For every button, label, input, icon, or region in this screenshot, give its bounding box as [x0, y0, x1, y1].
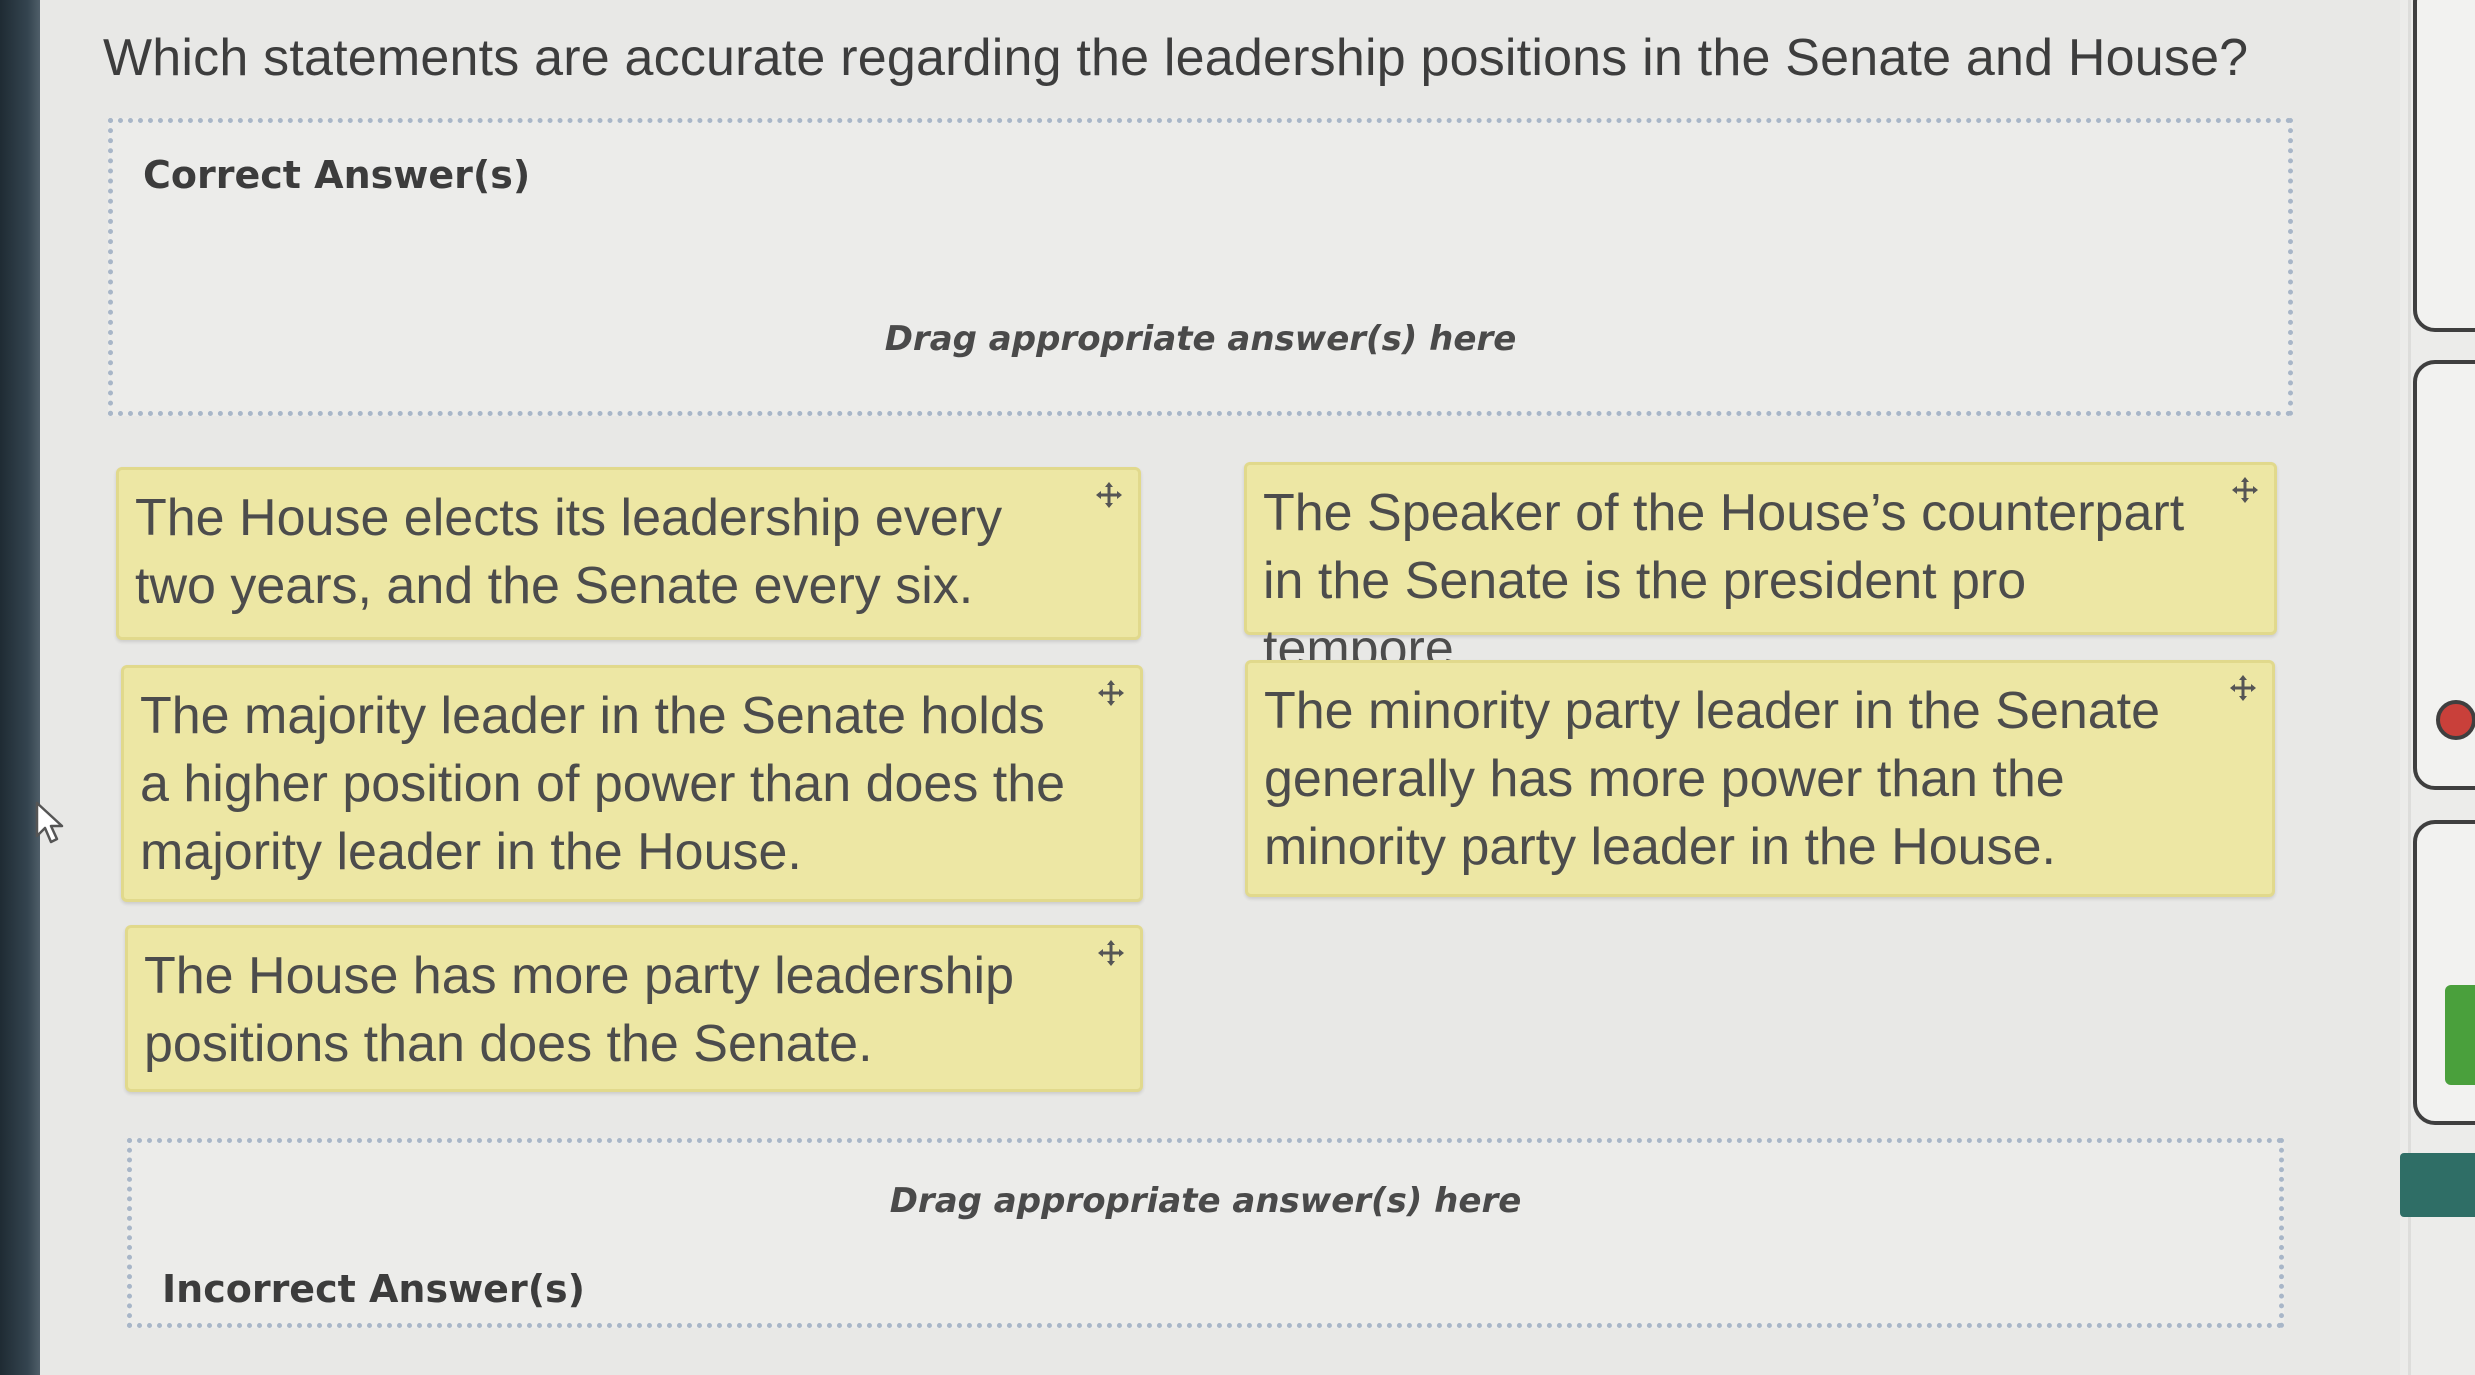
side-panel — [2400, 0, 2475, 1375]
answer-card[interactable]: The House elects its leadership every tw… — [116, 467, 1141, 640]
status-indicator — [2445, 985, 2475, 1085]
answer-card-text: The majority leader in the Senate holds … — [140, 687, 1066, 881]
slider-handle[interactable] — [2436, 700, 2475, 740]
answer-card-text: The minority party leader in the Senate … — [1264, 682, 2161, 876]
incorrect-answers-label: Incorrect Answer(s) — [162, 1267, 586, 1311]
correct-answers-label: Correct Answer(s) — [143, 153, 531, 197]
answer-card-text: The House elects its leadership every tw… — [135, 489, 1003, 615]
correct-dropzone-hint: Drag appropriate answer(s) here — [884, 319, 1517, 359]
answer-card[interactable]: The majority leader in the Senate holds … — [121, 665, 1143, 902]
move-icon[interactable] — [2230, 475, 2260, 505]
correct-answers-dropzone[interactable]: Correct Answer(s) Drag appropriate answe… — [108, 118, 2293, 416]
answer-card-text: The House has more party leadership posi… — [144, 947, 1015, 1073]
answer-card[interactable]: The House has more party leadership posi… — [125, 925, 1143, 1092]
answer-card[interactable]: The Speaker of the House’s counterpart i… — [1244, 462, 2277, 678]
incorrect-answers-dropzone[interactable]: Drag appropriate answer(s) here Incorrec… — [127, 1138, 2284, 1328]
side-action-button[interactable] — [2400, 1153, 2475, 1217]
move-icon[interactable] — [2228, 673, 2258, 703]
answer-card-text: The Speaker of the House’s counterpart i… — [1263, 484, 2185, 678]
move-icon[interactable] — [1094, 480, 1124, 510]
answer-card[interactable]: The minority party leader in the Senate … — [1245, 660, 2275, 897]
question-text: Which statements are accurate regarding … — [103, 29, 2249, 87]
move-icon[interactable] — [1096, 678, 1126, 708]
side-panel-card[interactable] — [2413, 0, 2475, 332]
incorrect-dropzone-hint: Drag appropriate answer(s) here — [889, 1181, 1522, 1221]
cursor-icon — [35, 801, 64, 844]
move-icon[interactable] — [1096, 938, 1126, 968]
